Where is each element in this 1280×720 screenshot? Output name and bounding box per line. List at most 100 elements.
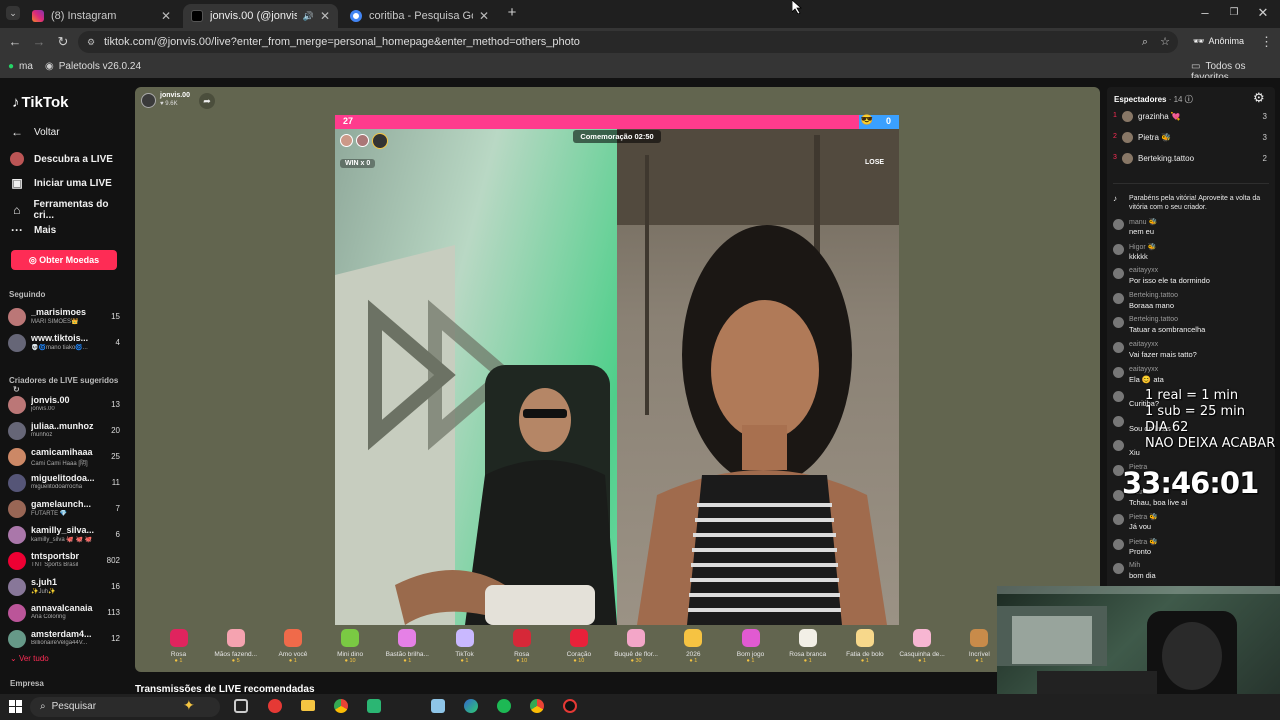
account-item[interactable]: camicamihaaa Cami Cami Haaa [阴] 25 [8, 446, 124, 470]
speaker-icon[interactable]: 🔊 [303, 11, 314, 22]
account-item[interactable]: juliaa..munhoz munhoz 20 [8, 420, 124, 444]
account-item[interactable]: www.tiktois... 💀🌀mano tiako🌀... 4 [8, 332, 124, 356]
zoom-icon[interactable]: ⌕ [1142, 31, 1148, 53]
avatar[interactable] [1113, 342, 1124, 353]
gift-item[interactable]: Amo você ● 1 [265, 625, 320, 672]
gift-item[interactable]: Mãos fazend... ● 5 [208, 625, 263, 672]
chrome-icon[interactable] [530, 699, 544, 713]
task-view-icon[interactable] [234, 699, 248, 713]
gift-item[interactable]: Coração ● 10 [551, 625, 606, 672]
back-icon[interactable]: ← [8, 35, 22, 49]
back-link[interactable]: ← Voltar [10, 125, 60, 139]
app-icon[interactable] [268, 699, 282, 713]
account-item[interactable]: kamilly_silva... kamilly_silva 🐙 🐙 🐙 6 [8, 524, 124, 548]
tab-tiktok[interactable]: jonvis.00 (@jonvis.00) com 🔊 ✕ [183, 4, 338, 28]
gift-item[interactable]: Rosa branca ● 1 [780, 625, 835, 672]
avatar[interactable] [1113, 415, 1124, 427]
new-tab-icon[interactable]: + [505, 5, 519, 20]
edge-icon[interactable] [464, 699, 478, 713]
refresh-icon[interactable]: ↻ [13, 385, 20, 394]
avatar[interactable] [1113, 563, 1124, 575]
gift-item[interactable]: Casquinha de... ● 1 [895, 625, 950, 672]
chat-username[interactable]: Pietra 🐝 [1129, 513, 1158, 521]
gift-item[interactable]: Fatia de bolo ● 1 [837, 625, 892, 672]
spotify-icon[interactable] [497, 699, 511, 713]
tab-list-chevron-icon[interactable]: ⌄ [6, 6, 20, 20]
gift-item[interactable]: Bastão brilha... ● 1 [380, 625, 435, 672]
bookmark-paletools[interactable]: ◉ Paletools v26.0.24 [45, 61, 141, 72]
chat-username[interactable]: eaitayyxx [1129, 366, 1158, 373]
obter-moedas-button[interactable]: ◎ Obter Moedas [11, 250, 117, 270]
chat-username[interactable]: manu 🐝 [1129, 218, 1157, 226]
address-bar[interactable]: ⚙ tiktok.com/@jonvis.00/live?enter_from_… [78, 31, 1178, 53]
chat-message: manu 🐝 nem eu [1113, 218, 1271, 240]
close-window-icon[interactable]: ✕ [1256, 6, 1270, 20]
settings-gear-icon[interactable]: ⚙ [1253, 90, 1265, 106]
see-all-link[interactable]: ⌄ Ver tudo [10, 654, 49, 663]
avatar[interactable] [1113, 440, 1124, 452]
close-tab-icon[interactable]: ✕ [161, 9, 171, 23]
site-info-icon[interactable]: ⚙ [87, 31, 95, 53]
chat-username[interactable]: Higor 🐝 [1129, 243, 1156, 251]
chat-username[interactable]: Berteking.tattoo [1129, 316, 1178, 323]
gift-item[interactable]: Rosa ● 1 [151, 625, 206, 672]
bookmark-whatsapp[interactable]: ● ma [8, 61, 33, 72]
forward-icon[interactable]: → [32, 35, 46, 49]
nav-mais[interactable]: ··· Mais [10, 223, 56, 237]
share-icon[interactable]: ➦ [199, 93, 215, 109]
gift-item[interactable]: TikTok ● 1 [437, 625, 492, 672]
gift-item[interactable]: 2026 ● 1 [666, 625, 721, 672]
menu-kebab-icon[interactable]: ⋮ [1260, 35, 1273, 49]
nav-descubra-live[interactable]: Descubra a LIVE [10, 152, 113, 166]
avatar[interactable] [1113, 391, 1124, 403]
copilot-sparkle-icon[interactable]: ✦ [183, 697, 195, 714]
gift-item[interactable]: Rosa ● 10 [494, 625, 549, 672]
avatar[interactable] [1113, 219, 1124, 230]
incognito-badge[interactable]: 🕶 Anônima [1193, 36, 1244, 47]
account-item[interactable]: _marisimoes MARI SIMÕES👑 15 [8, 306, 124, 330]
minimize-icon[interactable]: – [1198, 6, 1212, 20]
avatar[interactable] [1113, 292, 1124, 304]
tiktok-logo[interactable]: ♪ TikTok [12, 94, 68, 111]
info-icon[interactable]: ⓘ [1185, 95, 1193, 104]
avatar[interactable] [1113, 317, 1124, 329]
nav-iniciar-live[interactable]: ▣ Iniciar uma LIVE [10, 176, 111, 190]
account-item[interactable]: amsterdam4... BillionaireVelga44V... 12 [8, 628, 124, 652]
chat-username[interactable]: Berteking.tattoo [1129, 292, 1178, 299]
app-icon[interactable] [563, 699, 577, 713]
top-viewer[interactable]: 1 grazinha 💘 3 [1113, 110, 1269, 128]
chrome-icon[interactable] [334, 699, 348, 713]
chat-username[interactable]: eaitayyxx [1129, 267, 1158, 274]
top-viewer[interactable]: 3 Berteking.tattoo 2 [1113, 152, 1269, 170]
account-item[interactable]: annavalcanaia Ana Coloring 113 [8, 602, 124, 626]
account-item[interactable]: miguelitodoa... miguelitodoarrocha 11 [8, 472, 124, 496]
app-icon[interactable] [367, 699, 381, 713]
gift-item[interactable]: Bom jogo ● 1 [723, 625, 778, 672]
tab-instagram[interactable]: (8) Instagram ✕ [24, 4, 179, 28]
avatar[interactable] [1113, 268, 1124, 280]
avatar[interactable] [1113, 538, 1124, 550]
tab-google[interactable]: coritiba - Pesquisa Google ✕ [342, 4, 497, 28]
account-item[interactable]: s.juh1 ✨Juh✨ 16 [8, 576, 124, 600]
restore-icon[interactable]: ❐ [1227, 6, 1241, 20]
nav-ferramentas[interactable]: ⌂ Ferramentas do cri... [10, 199, 128, 221]
app-icon[interactable] [431, 699, 445, 713]
avatar[interactable] [1113, 366, 1124, 378]
bookmark-star-icon[interactable]: ☆ [1160, 31, 1170, 53]
account-item[interactable]: tntsportsbr TNT Sports Brasil 802 [8, 550, 124, 574]
chat-username[interactable]: eaitayyxx [1129, 341, 1158, 348]
chat-username[interactable]: Mih [1129, 562, 1140, 569]
account-item[interactable]: jonvis.00 jonvis.00 13 [8, 394, 124, 418]
gift-item[interactable]: Buquê de flor... ● 30 [609, 625, 664, 672]
gift-item[interactable]: Mini dino ● 10 [323, 625, 378, 672]
close-tab-icon[interactable]: ✕ [479, 9, 489, 23]
windows-start-icon[interactable] [9, 700, 22, 713]
chat-username[interactable]: Pietra 🐝 [1129, 538, 1158, 546]
avatar[interactable] [1113, 514, 1124, 526]
reload-icon[interactable]: ↻ [56, 35, 70, 49]
avatar[interactable] [1113, 243, 1124, 255]
close-tab-icon[interactable]: ✕ [320, 9, 330, 23]
account-item[interactable]: gamelaunch... FUTARTE 💎 7 [8, 498, 124, 522]
file-explorer-icon[interactable] [301, 700, 315, 711]
top-viewer[interactable]: 2 Pietra 🐝 3 [1113, 131, 1269, 149]
